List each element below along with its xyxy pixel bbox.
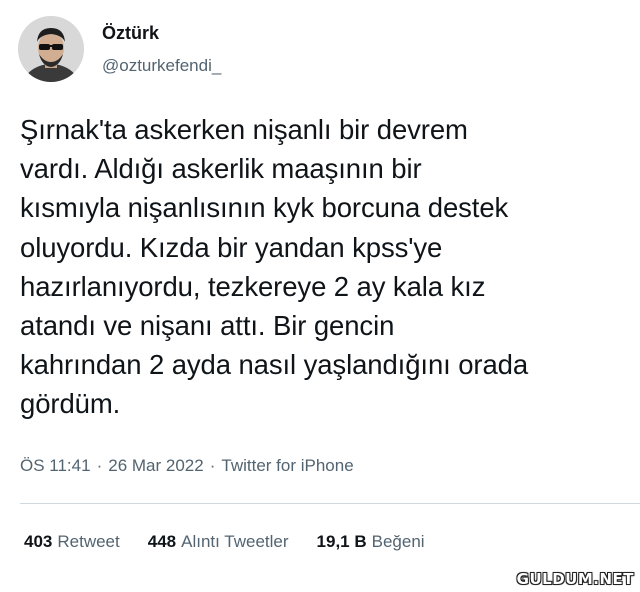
likes-label: Beğeni [371,532,425,551]
tweet-meta: ÖS 11:41 · 26 Mar 2022 · Twitter for iPh… [20,455,354,477]
likes-stat[interactable]: 19,1 B Beğeni [317,531,425,553]
meta-separator: · [209,456,216,475]
watermark-logo: GULDUM.NET [516,570,634,588]
quotes-label: Alıntı Tweetler [181,532,289,551]
retweets-count: 403 [24,532,53,551]
meta-separator: · [96,456,103,475]
retweets-stat[interactable]: 403 Retweet [24,531,120,553]
divider [20,503,640,504]
avatar-image [18,16,84,82]
tweet-card: Öztürk @ozturkefendi_ Şırnak'ta askerken… [0,0,640,592]
tweet-time[interactable]: ÖS 11:41 [20,455,91,477]
likes-count: 19,1 B [316,532,367,551]
display-name[interactable]: Öztürk [102,22,221,44]
tweet-header: Öztürk @ozturkefendi_ [18,16,221,82]
quotes-count: 448 [147,532,177,551]
user-handle[interactable]: @ozturkefendi_ [102,56,221,76]
avatar[interactable] [18,16,84,82]
retweets-label: Retweet [57,532,120,551]
tweet-text: Şırnak'ta askerken nişanlı bir devrem va… [20,114,529,420]
tweet-source[interactable]: Twitter for iPhone [221,455,353,477]
quotes-stat[interactable]: 448 Alıntı Tweetler [148,531,289,553]
tweet-date[interactable]: 26 Mar 2022 [108,455,203,477]
tweet-stats: 403 Retweet 448 Alıntı Tweetler 19,1 B B… [24,531,453,553]
user-names: Öztürk @ozturkefendi_ [102,22,221,76]
